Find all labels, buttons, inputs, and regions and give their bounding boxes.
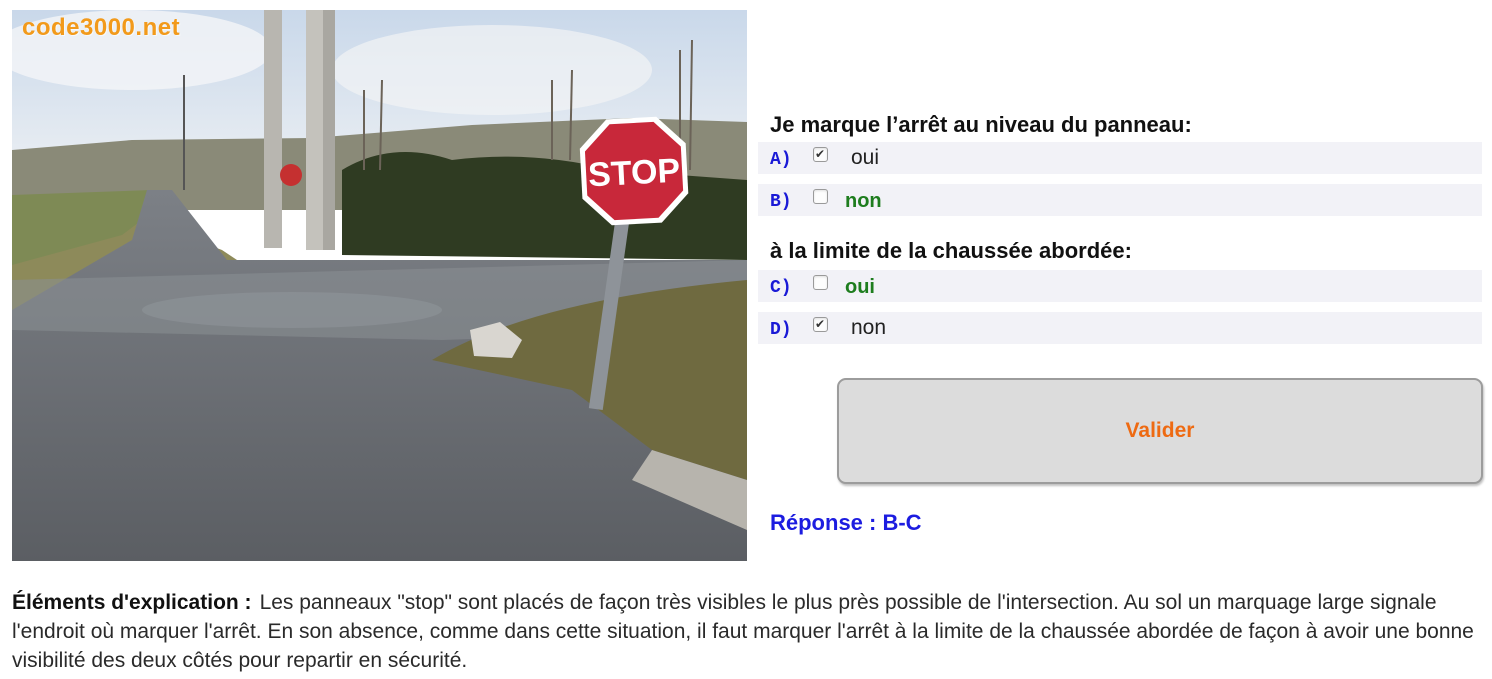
intersection-scene: STOP [12,10,747,561]
answer-row-d[interactable]: D) ✔ non [758,312,1482,344]
response-text: Réponse : B-C [770,510,922,535]
answer-letter: D) [770,320,792,340]
answer-row-b[interactable]: B) non [758,184,1482,216]
stop-sign: STOP [579,116,689,226]
answer-label: non [845,190,882,212]
answer-letter: B) [770,192,792,212]
answer-letter: A) [770,150,792,170]
checkmark-icon: ✔ [815,317,826,331]
explanation-block: Éléments d'explication : Les panneaux "st… [12,588,1482,675]
explanation-heading: Éléments d'explication : [12,591,252,614]
answer-letter: C) [770,278,792,298]
answer-row-c[interactable]: C) oui [758,270,1482,302]
answer-b-checkbox[interactable] [813,189,828,204]
validate-button[interactable]: Valider [837,378,1483,484]
question-2-title: à la limite de la chaussée abordée: [770,238,1132,263]
watermark-logo: code3000.net [22,14,181,41]
answer-d-checkbox[interactable]: ✔ [813,317,828,332]
question-1-title: Je marque l’arrêt au niveau du panneau: [770,112,1192,137]
answer-label: oui [851,146,880,169]
answer-c-checkbox[interactable] [813,275,828,290]
road-photo: STOP code3000.net [12,10,747,561]
checkmark-icon: ✔ [815,147,826,161]
utility-pole [264,10,282,248]
answer-label: non [851,316,887,339]
answer-row-a[interactable]: A) ✔ oui [758,142,1482,174]
answer-label: oui [845,276,875,298]
stop-sign-text: STOP [587,152,681,195]
answer-a-checkbox[interactable]: ✔ [813,147,828,162]
